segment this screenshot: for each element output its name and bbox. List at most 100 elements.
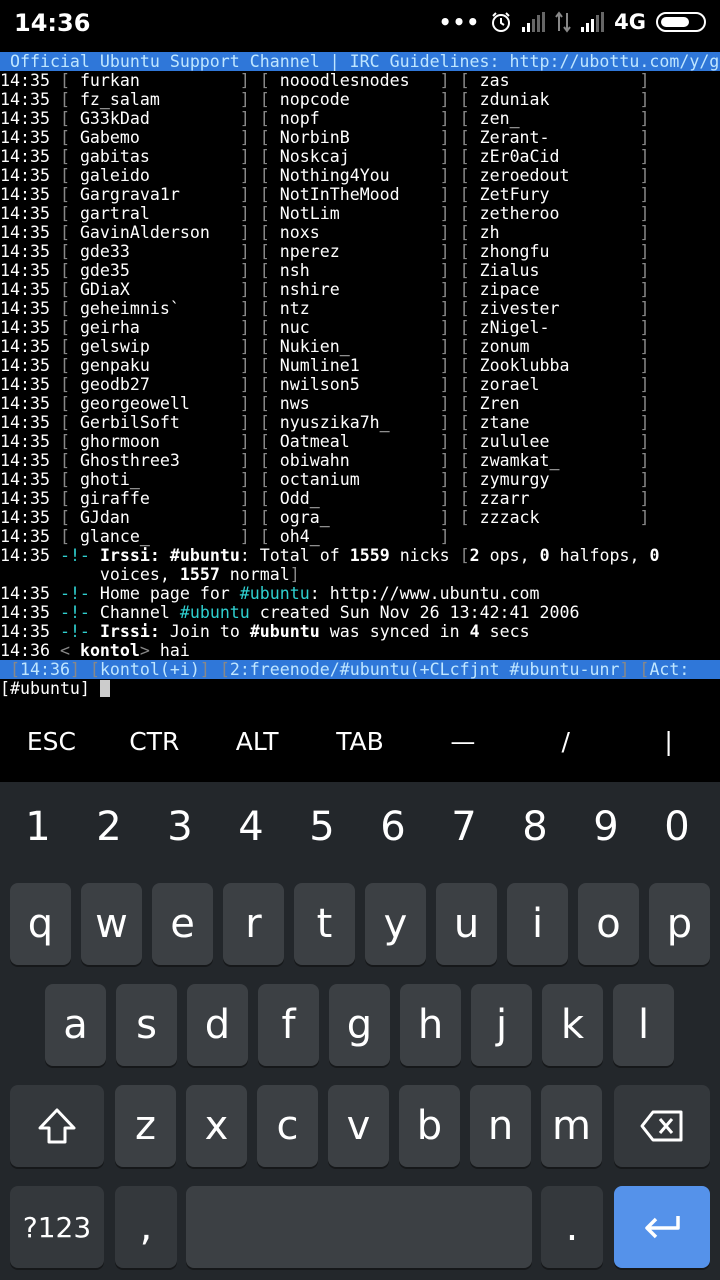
tab-key[interactable]: TAB — [309, 700, 412, 782]
number-key-7[interactable]: 7 — [434, 804, 494, 850]
timestamp: 14:35 — [0, 280, 50, 299]
number-key-5[interactable]: 5 — [292, 804, 352, 850]
nick: G33kDad — [79, 109, 240, 128]
timestamp: 14:35 — [0, 185, 50, 204]
key-h[interactable]: h — [400, 984, 461, 1066]
timestamp: 14:35 — [0, 204, 50, 223]
shift-key[interactable] — [10, 1085, 104, 1167]
nick: zhongfu — [479, 242, 640, 261]
comma-key[interactable]: , — [115, 1186, 177, 1268]
timestamp: 14:35 — [0, 128, 50, 147]
enter-key[interactable] — [614, 1186, 710, 1268]
nick: Nukien_ — [279, 337, 440, 356]
space-key[interactable] — [186, 1186, 532, 1268]
key-q[interactable]: q — [10, 883, 71, 965]
number-key-6[interactable]: 6 — [363, 804, 423, 850]
timestamp: 14:35 — [0, 375, 50, 394]
soft-keyboard: 1234567890 qwertyuiop asdfghjkl zxcvbnm … — [0, 782, 720, 1280]
nick: nyuszika7h_ — [279, 413, 440, 432]
nick: gartral — [79, 204, 240, 223]
key-s[interactable]: s — [116, 984, 177, 1066]
key-j[interactable]: j — [471, 984, 532, 1066]
timestamp: 14:35 — [0, 318, 50, 337]
nick: Gargrava1r — [79, 185, 240, 204]
nick: furkan — [79, 71, 240, 90]
alt-key[interactable]: ALT — [206, 700, 309, 782]
nick: zh — [479, 223, 640, 242]
nick: geirha — [79, 318, 240, 337]
nick: zas — [479, 71, 640, 90]
shift-icon — [38, 1108, 76, 1144]
key-w[interactable]: w — [81, 883, 142, 965]
key-v[interactable]: v — [328, 1085, 389, 1167]
key-a[interactable]: a — [45, 984, 106, 1066]
symbols-key[interactable]: ?123 — [10, 1186, 104, 1268]
key-e[interactable]: e — [152, 883, 213, 965]
nick-list-row: 14:35 [ Ghosthree3 ] [ obiwahn ] [ zwamk… — [0, 451, 650, 470]
key-o[interactable]: o — [578, 883, 639, 965]
nick-list-row: 14:35 [ ghoti_ ] [ octanium ] [ zymurgy … — [0, 470, 650, 489]
nick: zymurgy — [479, 470, 640, 489]
nick: Gabemo — [79, 128, 240, 147]
number-key-1[interactable]: 1 — [8, 804, 68, 850]
timestamp: 14:35 — [0, 109, 50, 128]
key-p[interactable]: p — [649, 883, 710, 965]
timestamp: 14:35 — [0, 337, 50, 356]
key-i[interactable]: i — [507, 883, 568, 965]
key-t[interactable]: t — [294, 883, 355, 965]
key-k[interactable]: k — [542, 984, 603, 1066]
key-z[interactable]: z — [115, 1085, 176, 1167]
number-key-2[interactable]: 2 — [79, 804, 139, 850]
terminal[interactable]: Official Ubuntu Support Channel | IRC Gu… — [0, 51, 720, 699]
period-key[interactable]: . — [541, 1186, 603, 1268]
nick: nuc — [279, 318, 440, 337]
key-c[interactable]: c — [257, 1085, 318, 1167]
number-key-0[interactable]: 0 — [647, 804, 707, 850]
key-x[interactable]: x — [186, 1085, 247, 1167]
nick-list-row: 14:35 [ galeido ] [ Nothing4You ] [ zero… — [0, 166, 650, 185]
nick: Ghosthree3 — [79, 451, 240, 470]
number-key-3[interactable]: 3 — [150, 804, 210, 850]
dash-key[interactable]: — — [411, 700, 514, 782]
nick-list-row: 14:35 [ georgeowell ] [ nws ] [ Zren ] — [0, 394, 650, 413]
nick: zululee — [479, 432, 640, 451]
text-cursor — [99, 680, 110, 697]
key-g[interactable]: g — [329, 984, 390, 1066]
clock: 14:36 — [14, 9, 91, 37]
timestamp: 14:35 — [0, 413, 50, 432]
key-l[interactable]: l — [613, 984, 674, 1066]
ctrl-key[interactable]: CTR — [103, 700, 206, 782]
key-m[interactable]: m — [541, 1085, 602, 1167]
key-n[interactable]: n — [470, 1085, 531, 1167]
key-b[interactable]: b — [399, 1085, 460, 1167]
nick: zeroedout — [479, 166, 640, 185]
nick: gde33 — [79, 242, 240, 261]
pipe-key[interactable]: | — [617, 700, 720, 782]
backspace-key[interactable] — [614, 1085, 710, 1167]
number-key-8[interactable]: 8 — [505, 804, 565, 850]
esc-key[interactable]: ESC — [0, 700, 103, 782]
input-prompt[interactable]: [#ubuntu] — [0, 679, 110, 698]
nick: gde35 — [79, 261, 240, 280]
nick: zorael — [479, 375, 640, 394]
number-key-4[interactable]: 4 — [221, 804, 281, 850]
nick: georgeowell — [79, 394, 240, 413]
key-f[interactable]: f — [258, 984, 319, 1066]
nick: Zren — [479, 394, 640, 413]
nick: nopcode — [279, 90, 440, 109]
timestamp: 14:35 — [0, 527, 50, 546]
nick: zipace — [479, 280, 640, 299]
slash-key[interactable]: / — [514, 700, 617, 782]
nick: nshire — [279, 280, 440, 299]
nick: zzzack — [479, 508, 640, 527]
system-icons: ••• 4G — [439, 10, 706, 34]
key-y[interactable]: y — [365, 883, 426, 965]
nick-list-row: 14:35 [ gartral ] [ NotLim ] [ zetheroo … — [0, 204, 650, 223]
nick: Odd_ — [279, 489, 440, 508]
nick: nwilson5 — [279, 375, 440, 394]
number-key-9[interactable]: 9 — [576, 804, 636, 850]
key-d[interactable]: d — [187, 984, 248, 1066]
key-u[interactable]: u — [436, 883, 497, 965]
key-r[interactable]: r — [223, 883, 284, 965]
message-homepage: 14:35 -!- Home page for #ubuntu: http://… — [0, 584, 540, 603]
